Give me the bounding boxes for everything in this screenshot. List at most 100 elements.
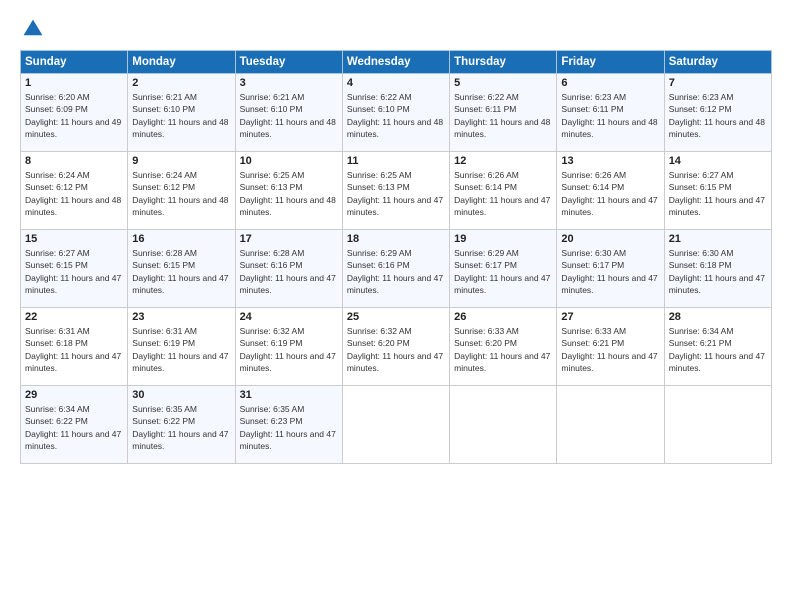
calendar-cell: 14 Sunrise: 6:27 AMSunset: 6:15 PMDaylig… <box>664 152 771 230</box>
calendar-cell: 3 Sunrise: 6:21 AMSunset: 6:10 PMDayligh… <box>235 74 342 152</box>
day-number: 4 <box>347 77 445 89</box>
calendar-week-row: 8 Sunrise: 6:24 AMSunset: 6:12 PMDayligh… <box>21 152 772 230</box>
day-number: 17 <box>240 233 338 245</box>
day-info: Sunrise: 6:27 AMSunset: 6:15 PMDaylight:… <box>25 248 121 295</box>
calendar-page: Sunday Monday Tuesday Wednesday Thursday… <box>0 0 792 612</box>
day-number: 3 <box>240 77 338 89</box>
day-info: Sunrise: 6:32 AMSunset: 6:19 PMDaylight:… <box>240 326 336 373</box>
col-saturday: Saturday <box>664 51 771 74</box>
day-number: 27 <box>561 311 659 323</box>
calendar-cell: 1 Sunrise: 6:20 AMSunset: 6:09 PMDayligh… <box>21 74 128 152</box>
day-number: 5 <box>454 77 552 89</box>
calendar-table: Sunday Monday Tuesday Wednesday Thursday… <box>20 50 772 464</box>
day-info: Sunrise: 6:32 AMSunset: 6:20 PMDaylight:… <box>347 326 443 373</box>
calendar-cell: 19 Sunrise: 6:29 AMSunset: 6:17 PMDaylig… <box>450 230 557 308</box>
day-number: 18 <box>347 233 445 245</box>
day-info: Sunrise: 6:30 AMSunset: 6:18 PMDaylight:… <box>669 248 765 295</box>
col-wednesday: Wednesday <box>342 51 449 74</box>
day-info: Sunrise: 6:21 AMSunset: 6:10 PMDaylight:… <box>240 92 336 139</box>
day-info: Sunrise: 6:33 AMSunset: 6:21 PMDaylight:… <box>561 326 657 373</box>
day-info: Sunrise: 6:26 AMSunset: 6:14 PMDaylight:… <box>561 170 657 217</box>
day-number: 28 <box>669 311 767 323</box>
calendar-cell: 5 Sunrise: 6:22 AMSunset: 6:11 PMDayligh… <box>450 74 557 152</box>
day-info: Sunrise: 6:25 AMSunset: 6:13 PMDaylight:… <box>240 170 336 217</box>
day-number: 22 <box>25 311 123 323</box>
calendar-cell: 2 Sunrise: 6:21 AMSunset: 6:10 PMDayligh… <box>128 74 235 152</box>
day-info: Sunrise: 6:21 AMSunset: 6:10 PMDaylight:… <box>132 92 228 139</box>
col-monday: Monday <box>128 51 235 74</box>
day-number: 29 <box>25 389 123 401</box>
calendar-cell: 16 Sunrise: 6:28 AMSunset: 6:15 PMDaylig… <box>128 230 235 308</box>
day-info: Sunrise: 6:23 AMSunset: 6:12 PMDaylight:… <box>669 92 765 139</box>
col-friday: Friday <box>557 51 664 74</box>
calendar-cell: 25 Sunrise: 6:32 AMSunset: 6:20 PMDaylig… <box>342 308 449 386</box>
day-info: Sunrise: 6:30 AMSunset: 6:17 PMDaylight:… <box>561 248 657 295</box>
day-info: Sunrise: 6:33 AMSunset: 6:20 PMDaylight:… <box>454 326 550 373</box>
calendar-cell: 20 Sunrise: 6:30 AMSunset: 6:17 PMDaylig… <box>557 230 664 308</box>
day-info: Sunrise: 6:23 AMSunset: 6:11 PMDaylight:… <box>561 92 657 139</box>
day-number: 7 <box>669 77 767 89</box>
day-number: 19 <box>454 233 552 245</box>
day-number: 20 <box>561 233 659 245</box>
calendar-cell <box>557 386 664 464</box>
day-number: 23 <box>132 311 230 323</box>
calendar-cell: 23 Sunrise: 6:31 AMSunset: 6:19 PMDaylig… <box>128 308 235 386</box>
calendar-cell: 24 Sunrise: 6:32 AMSunset: 6:19 PMDaylig… <box>235 308 342 386</box>
day-number: 24 <box>240 311 338 323</box>
calendar-cell: 29 Sunrise: 6:34 AMSunset: 6:22 PMDaylig… <box>21 386 128 464</box>
day-number: 6 <box>561 77 659 89</box>
calendar-cell: 7 Sunrise: 6:23 AMSunset: 6:12 PMDayligh… <box>664 74 771 152</box>
header <box>20 18 772 40</box>
calendar-cell: 31 Sunrise: 6:35 AMSunset: 6:23 PMDaylig… <box>235 386 342 464</box>
day-info: Sunrise: 6:22 AMSunset: 6:10 PMDaylight:… <box>347 92 443 139</box>
day-info: Sunrise: 6:34 AMSunset: 6:22 PMDaylight:… <box>25 404 121 451</box>
day-info: Sunrise: 6:22 AMSunset: 6:11 PMDaylight:… <box>454 92 550 139</box>
calendar-week-row: 29 Sunrise: 6:34 AMSunset: 6:22 PMDaylig… <box>21 386 772 464</box>
logo <box>20 18 48 40</box>
calendar-cell: 30 Sunrise: 6:35 AMSunset: 6:22 PMDaylig… <box>128 386 235 464</box>
day-info: Sunrise: 6:29 AMSunset: 6:17 PMDaylight:… <box>454 248 550 295</box>
day-number: 1 <box>25 77 123 89</box>
calendar-cell: 26 Sunrise: 6:33 AMSunset: 6:20 PMDaylig… <box>450 308 557 386</box>
calendar-cell: 27 Sunrise: 6:33 AMSunset: 6:21 PMDaylig… <box>557 308 664 386</box>
calendar-cell: 21 Sunrise: 6:30 AMSunset: 6:18 PMDaylig… <box>664 230 771 308</box>
calendar-cell: 28 Sunrise: 6:34 AMSunset: 6:21 PMDaylig… <box>664 308 771 386</box>
day-number: 8 <box>25 155 123 167</box>
day-number: 2 <box>132 77 230 89</box>
day-info: Sunrise: 6:35 AMSunset: 6:22 PMDaylight:… <box>132 404 228 451</box>
day-info: Sunrise: 6:29 AMSunset: 6:16 PMDaylight:… <box>347 248 443 295</box>
day-number: 31 <box>240 389 338 401</box>
col-tuesday: Tuesday <box>235 51 342 74</box>
calendar-cell: 11 Sunrise: 6:25 AMSunset: 6:13 PMDaylig… <box>342 152 449 230</box>
day-info: Sunrise: 6:24 AMSunset: 6:12 PMDaylight:… <box>132 170 228 217</box>
calendar-cell <box>664 386 771 464</box>
calendar-cell: 17 Sunrise: 6:28 AMSunset: 6:16 PMDaylig… <box>235 230 342 308</box>
calendar-cell: 9 Sunrise: 6:24 AMSunset: 6:12 PMDayligh… <box>128 152 235 230</box>
calendar-cell <box>450 386 557 464</box>
day-info: Sunrise: 6:28 AMSunset: 6:15 PMDaylight:… <box>132 248 228 295</box>
calendar-cell: 22 Sunrise: 6:31 AMSunset: 6:18 PMDaylig… <box>21 308 128 386</box>
day-number: 15 <box>25 233 123 245</box>
calendar-cell <box>342 386 449 464</box>
day-info: Sunrise: 6:28 AMSunset: 6:16 PMDaylight:… <box>240 248 336 295</box>
calendar-cell: 10 Sunrise: 6:25 AMSunset: 6:13 PMDaylig… <box>235 152 342 230</box>
day-info: Sunrise: 6:34 AMSunset: 6:21 PMDaylight:… <box>669 326 765 373</box>
day-number: 9 <box>132 155 230 167</box>
day-number: 11 <box>347 155 445 167</box>
day-info: Sunrise: 6:20 AMSunset: 6:09 PMDaylight:… <box>25 92 121 139</box>
day-info: Sunrise: 6:25 AMSunset: 6:13 PMDaylight:… <box>347 170 443 217</box>
calendar-cell: 15 Sunrise: 6:27 AMSunset: 6:15 PMDaylig… <box>21 230 128 308</box>
day-number: 26 <box>454 311 552 323</box>
day-info: Sunrise: 6:24 AMSunset: 6:12 PMDaylight:… <box>25 170 121 217</box>
col-thursday: Thursday <box>450 51 557 74</box>
header-row: Sunday Monday Tuesday Wednesday Thursday… <box>21 51 772 74</box>
day-number: 13 <box>561 155 659 167</box>
calendar-week-row: 15 Sunrise: 6:27 AMSunset: 6:15 PMDaylig… <box>21 230 772 308</box>
day-number: 30 <box>132 389 230 401</box>
logo-icon <box>22 18 44 40</box>
calendar-cell: 4 Sunrise: 6:22 AMSunset: 6:10 PMDayligh… <box>342 74 449 152</box>
day-info: Sunrise: 6:26 AMSunset: 6:14 PMDaylight:… <box>454 170 550 217</box>
calendar-cell: 13 Sunrise: 6:26 AMSunset: 6:14 PMDaylig… <box>557 152 664 230</box>
calendar-cell: 12 Sunrise: 6:26 AMSunset: 6:14 PMDaylig… <box>450 152 557 230</box>
calendar-cell: 8 Sunrise: 6:24 AMSunset: 6:12 PMDayligh… <box>21 152 128 230</box>
